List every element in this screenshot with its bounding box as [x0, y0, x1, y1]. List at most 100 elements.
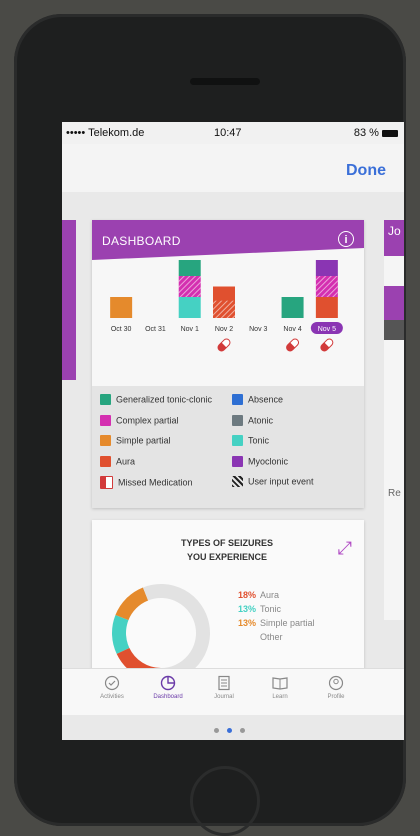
- hatch-icon: [232, 476, 243, 488]
- donut-legend-item: 13% Simple partial: [238, 618, 315, 628]
- info-icon[interactable]: i: [338, 231, 354, 247]
- status-bar: ••••• Telekom.de 10:47 83 %: [62, 122, 404, 144]
- tab-label: Learn: [272, 694, 288, 700]
- app-screen: ••••• Telekom.de 10:47 83 % Done Jo Re D…: [62, 122, 404, 740]
- next-card-label: Re: [388, 488, 401, 499]
- next-card-band: [384, 286, 404, 320]
- next-card-block: [384, 320, 404, 340]
- x-tick-label[interactable]: Nov 1: [181, 326, 199, 333]
- expand-icon[interactable]: ⤢: [338, 538, 352, 559]
- x-tick-label[interactable]: Nov 5: [318, 326, 336, 333]
- legend-swatch: [232, 414, 243, 426]
- seizure-types-card: TYPES OF SEIZURES YOU EXPERIENCE ⤢ 18% Au…: [92, 520, 364, 682]
- book-icon: [272, 675, 288, 691]
- bar-segment[interactable]: [178, 260, 201, 276]
- bar-segment[interactable]: [110, 297, 133, 318]
- legend-swatch: [232, 455, 243, 467]
- tab-activities[interactable]: Activities: [84, 675, 140, 700]
- tab-bar: Activities Dashboard Journal Learn Profile: [62, 668, 404, 715]
- legend-item: Atonic: [232, 414, 273, 426]
- pill-icon: [100, 476, 113, 489]
- donut-legend-item: 13% Tonic: [238, 604, 281, 614]
- legend-item: Myoclonic: [232, 455, 289, 467]
- tab-journal[interactable]: Journal: [196, 675, 252, 700]
- check-circle-icon: [104, 675, 120, 691]
- x-tick-label[interactable]: Oct 31: [145, 326, 166, 333]
- next-card-header: Jo: [384, 220, 404, 256]
- pie-chart-icon: [160, 675, 176, 691]
- seizure-types-title-line2: YOU EXPERIENCE: [186, 552, 268, 562]
- previous-card-peek[interactable]: [62, 220, 76, 380]
- page-dot[interactable]: [227, 728, 232, 733]
- battery-percent: 83 %: [353, 127, 379, 139]
- next-card-peek[interactable]: Jo Re: [384, 220, 404, 620]
- donut-segment[interactable]: [112, 614, 130, 654]
- x-tick-label[interactable]: Nov 4: [283, 326, 301, 333]
- home-button[interactable]: [190, 766, 260, 836]
- legend-item: User input event: [232, 476, 314, 488]
- donut-percent: 13%: [238, 604, 257, 614]
- user-input-hatch: [213, 300, 235, 318]
- legend-item: Aura: [100, 455, 136, 467]
- legend-swatch: [232, 435, 243, 447]
- legend-label: Aura: [116, 456, 136, 467]
- donut-legend-item: Other: [238, 632, 283, 642]
- donut-segment[interactable]: [115, 587, 149, 621]
- battery-indicator: 83 %: [354, 127, 398, 139]
- user-input-hatch: [178, 276, 201, 297]
- page-dot[interactable]: [240, 728, 245, 733]
- bar-segment[interactable]: [315, 297, 338, 318]
- legend-swatch: [100, 414, 111, 426]
- legend-item: Simple partial: [100, 435, 171, 447]
- legend-label: Myoclonic: [248, 456, 289, 467]
- donut-label: Aura: [260, 590, 280, 600]
- phone-frame: ••••• Telekom.de 10:47 83 % Done Jo Re D…: [14, 14, 406, 836]
- x-tick-label[interactable]: Oct 30: [111, 326, 132, 333]
- legend-item: Absence: [232, 394, 283, 406]
- legend-label: Tonic: [248, 435, 270, 446]
- dashboard-title: DASHBOARD: [102, 234, 181, 248]
- legend-item: Tonic: [232, 435, 270, 447]
- battery-icon: [382, 129, 398, 137]
- tab-dashboard[interactable]: Dashboard: [140, 675, 196, 700]
- donut-percent: 18%: [238, 590, 257, 600]
- x-tick-label[interactable]: Nov 3: [249, 326, 267, 333]
- journal-icon: [216, 675, 232, 691]
- seizure-types-title: TYPES OF SEIZURES YOU EXPERIENCE: [152, 536, 302, 564]
- pill-icon: [217, 338, 231, 352]
- donut-label: Other: [260, 632, 283, 642]
- speaker-slot: [190, 78, 260, 85]
- legend-label: User input event: [248, 476, 314, 487]
- donut-percent: 13%: [238, 618, 257, 628]
- bar-segment[interactable]: [315, 260, 338, 276]
- legend-item: Complex partial: [100, 414, 179, 426]
- legend-swatch: [232, 394, 243, 406]
- done-button[interactable]: Done: [346, 162, 386, 180]
- tab-label: Dashboard: [153, 694, 183, 700]
- tab-learn[interactable]: Learn: [252, 675, 308, 700]
- chart-legend: Generalized tonic-clonic Absence Complex p…: [92, 386, 364, 508]
- dashboard-card: DASHBOARD i Oct 30 Oct 31 Nov 1 Nov 2 Nov 3 N…: [92, 220, 364, 508]
- legend-item: Generalized tonic-clonic: [100, 394, 212, 406]
- tab-label: Activities: [100, 694, 124, 700]
- donut-segment[interactable]: [142, 584, 210, 682]
- donut-label: Tonic: [260, 604, 282, 614]
- tab-label: Profile: [327, 694, 345, 700]
- clock: 10:47: [214, 127, 242, 139]
- legend-swatch: [100, 394, 111, 406]
- bar-segment[interactable]: [281, 297, 304, 318]
- donut-label: Simple partial: [260, 618, 315, 628]
- navigation-bar: Done: [62, 144, 404, 192]
- donut-legend-item: 18% Aura: [238, 590, 279, 600]
- x-tick-label[interactable]: Nov 2: [215, 326, 233, 333]
- legend-swatch: [100, 455, 111, 467]
- seizure-types-title-line1: TYPES OF SEIZURES: [180, 538, 274, 548]
- carrier-label: ••••• Telekom.de: [66, 127, 145, 139]
- page-dot[interactable]: [214, 728, 219, 733]
- seizure-bar-chart: Oct 30 Oct 31 Nov 1 Nov 2 Nov 3 Nov 4 Nov 5: [110, 260, 343, 352]
- tab-profile[interactable]: Profile: [308, 675, 364, 700]
- bar-segment[interactable]: [178, 297, 201, 318]
- legend-label: Complex partial: [116, 415, 179, 426]
- page-indicator[interactable]: [210, 720, 256, 733]
- legend-swatch: [100, 435, 111, 447]
